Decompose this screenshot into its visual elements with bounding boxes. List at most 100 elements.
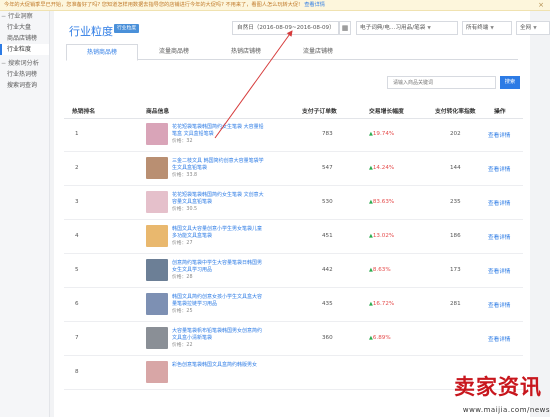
tab-hot-products[interactable]: 热销商品榜 <box>66 44 138 61</box>
product-title-link[interactable]: 大容量笔袋帆布铅笔袋韩国男女创意简约文具盒小清新笔袋 <box>172 328 266 341</box>
view-details-link[interactable]: 查看详情 <box>488 131 510 139</box>
tab-traffic-products[interactable]: 流量商品榜 <box>138 44 210 60</box>
tab-traffic-shops[interactable]: 流量店铺榜 <box>282 44 354 60</box>
sidebar-item-industry-granularity[interactable]: 行业粒度 <box>0 44 49 55</box>
product-price: 价格：28 <box>172 275 193 280</box>
col-rank[interactable]: 热销排名 <box>72 105 95 119</box>
search-button[interactable]: 搜索 <box>500 76 520 89</box>
promo-banner: 今年的大促销季早已开始，您准备好了吗? 您知道怎样用数据去指导您的店铺进行今年的… <box>0 0 550 11</box>
sidebar-group-industry[interactable]: − 行业洞察 <box>0 11 49 22</box>
network-select[interactable]: 全网 ▼ <box>516 21 550 35</box>
category-select[interactable]: 电子词典/电…习用品/笔袋 ▼ <box>356 21 458 35</box>
growth-value: 16.72% <box>372 301 395 307</box>
conversion-index: 173 <box>450 267 461 273</box>
growth-rate: ▲16.72% <box>369 301 394 307</box>
calendar-icon[interactable]: ▦ <box>339 21 351 35</box>
growth-value: 6.89% <box>372 335 391 341</box>
close-icon[interactable]: × <box>538 0 544 10</box>
table-header: 热销排名 商品信息 支付子订单数 交易增长幅度 支付转化率指数 操作 <box>64 105 523 119</box>
tab-hot-shops[interactable]: 热销店铺榜 <box>210 44 282 60</box>
table-row: 2 三金二枝文具 韩国简约创意大容量笔袋学生文具盒铅笔袋 价格：33.8 547 ▲14… <box>64 152 523 186</box>
product-thumbnail[interactable] <box>146 327 168 349</box>
sidebar: − 行业洞察 行业大盘 商品店铺榜 行业粒度 − 搜索词分析 行业热词榜 搜索词查询 <box>0 11 50 417</box>
product-title-link[interactable]: 韩国文具简约创意女孩小学生文具盒大容量笔袋拉链学习用品 <box>172 294 266 307</box>
conversion-index: 235 <box>450 199 461 205</box>
col-growth[interactable]: 交易增长幅度 <box>369 105 404 119</box>
collapse-icon[interactable]: − <box>1 11 6 22</box>
chevron-down-icon: ▼ <box>490 26 494 31</box>
view-details-link[interactable]: 查看详情 <box>488 199 510 207</box>
product-thumbnail[interactable] <box>146 259 168 281</box>
product-price: 价格：25 <box>172 309 193 314</box>
banner-link[interactable]: 查看详情 <box>304 2 325 8</box>
sidebar-item-product-shop-rank[interactable]: 商品店铺榜 <box>0 33 49 44</box>
sidebar-group-search[interactable]: − 搜索词分析 <box>0 58 49 69</box>
toolbar: 行业粒度 行业粒度 自然日（2016-08-09~2016-08-09） ▦ 电… <box>54 11 550 45</box>
product-title-link[interactable]: 花花短袋笔袋韩国简约女生笔袋 文创意大容量文具盒铅笔袋 <box>172 192 266 205</box>
rank-value: 3 <box>75 199 79 205</box>
terminal-select[interactable]: 所有终端 ▼ <box>462 21 512 35</box>
page-title: 行业粒度 <box>69 25 113 38</box>
table-row: 7 大容量笔袋帆布铅笔袋韩国男女创意简约文具盒小清新笔袋 价格：22 360 ▲6.89… <box>64 322 523 356</box>
col-orders[interactable]: 支付子订单数 <box>302 105 337 119</box>
view-details-link[interactable]: 查看详情 <box>488 165 510 173</box>
product-thumbnail[interactable] <box>146 123 168 145</box>
view-details-link[interactable]: 查看详情 <box>488 301 510 309</box>
sidebar-group-label: 搜索词分析 <box>8 60 39 67</box>
order-count: 783 <box>322 131 333 137</box>
rank-value: 6 <box>75 301 79 307</box>
conversion-index: 202 <box>450 131 461 137</box>
product-thumbnail[interactable] <box>146 157 168 179</box>
product-title-link[interactable]: 韩国文具大容量创意小学生男女笔袋儿童多功能文具盒笔袋 <box>172 226 266 239</box>
order-count: 442 <box>322 267 333 273</box>
watermark-url: www.maijia.com/news <box>462 406 550 414</box>
product-thumbnail[interactable] <box>146 361 168 383</box>
product-thumbnail[interactable] <box>146 191 168 213</box>
date-range-selector[interactable]: 自然日（2016-08-09~2016-08-09） <box>232 21 339 35</box>
growth-rate: ▲19.74% <box>369 131 394 137</box>
product-thumbnail[interactable] <box>146 293 168 315</box>
rank-value: 1 <box>75 131 79 137</box>
order-count: 435 <box>322 301 333 307</box>
growth-value: 8.63% <box>372 267 391 273</box>
order-count: 451 <box>322 233 333 239</box>
growth-value: 19.74% <box>372 131 395 137</box>
sidebar-item-search-query[interactable]: 搜索词查询 <box>0 80 49 91</box>
rank-value: 4 <box>75 233 79 239</box>
product-thumbnail[interactable] <box>146 225 168 247</box>
product-price: 价格：22 <box>172 343 193 348</box>
product-title-link[interactable]: 彩色创意笔袋韩国文具盒简约韩版男女 <box>172 362 266 369</box>
collapse-icon[interactable]: − <box>1 58 6 69</box>
conversion-index: 281 <box>450 301 461 307</box>
growth-rate: ▲13.02% <box>369 233 394 239</box>
sidebar-item-hot-words[interactable]: 行业热词榜 <box>0 69 49 80</box>
table-row: 5 创意简约笔袋中学生大容量笔袋日韩国男女生文具学习用品 价格：28 442 ▲8.63… <box>64 254 523 288</box>
table-row: 4 韩国文具大容量创意小学生男女笔袋儿童多功能文具盒笔袋价格：27 451 ▲13.0… <box>64 220 523 254</box>
category-value: 电子词典/电…习用品/笔袋 <box>360 25 426 31</box>
growth-rate: ▲6.89% <box>369 335 391 341</box>
order-count: 530 <box>322 199 333 205</box>
chevron-down-icon: ▼ <box>533 26 537 31</box>
growth-value: 14.24% <box>372 165 395 171</box>
rank-value: 5 <box>75 267 79 273</box>
product-title-link[interactable]: 创意简约笔袋中学生大容量笔袋日韩国男女生文具学习用品 <box>172 260 266 273</box>
title-badge: 行业粒度 <box>114 24 140 33</box>
view-details-link[interactable]: 查看详情 <box>488 233 510 241</box>
table-row: 3 花花短袋笔袋韩国简约女生笔袋 文创意大容量文具盒铅笔袋 价格：30.5 530 ▲8… <box>64 186 523 220</box>
main-panel: 行业粒度 行业粒度 自然日（2016-08-09~2016-08-09） ▦ 电… <box>54 11 550 417</box>
col-conversion[interactable]: 支付转化率指数 <box>435 105 476 119</box>
view-details-link[interactable]: 查看详情 <box>488 267 510 275</box>
rank-value: 2 <box>75 165 79 171</box>
order-count: 360 <box>322 335 333 341</box>
product-title-link[interactable]: 花花短袋笔袋韩国简约女生笔袋 大容量铅笔盒 文具盒铅笔袋 <box>172 124 266 137</box>
table-row: 1 花花短袋笔袋韩国简约女生笔袋 大容量铅笔盒 文具盒铅笔袋 价格：32 783 ▲19… <box>64 118 523 152</box>
search-input[interactable] <box>387 76 496 89</box>
chevron-down-icon: ▼ <box>427 26 431 31</box>
product-title-link[interactable]: 三金二枝文具 韩国简约创意大容量笔袋学生文具盒铅笔袋 <box>172 158 266 171</box>
network-value: 全网 <box>520 25 532 31</box>
view-details-link[interactable]: 查看详情 <box>488 335 510 343</box>
banner-text: 今年的大促销季早已开始，您准备好了吗? 您知道怎样用数据去指导您的店铺进行今年的… <box>4 2 301 8</box>
product-price: 价格：27 <box>172 241 193 246</box>
table-row: 6 韩国文具简约创意女孩小学生文具盒大容量笔袋拉链学习用品价格：25 435 ▲16.… <box>64 288 523 322</box>
sidebar-item-industry-overview[interactable]: 行业大盘 <box>0 22 49 33</box>
